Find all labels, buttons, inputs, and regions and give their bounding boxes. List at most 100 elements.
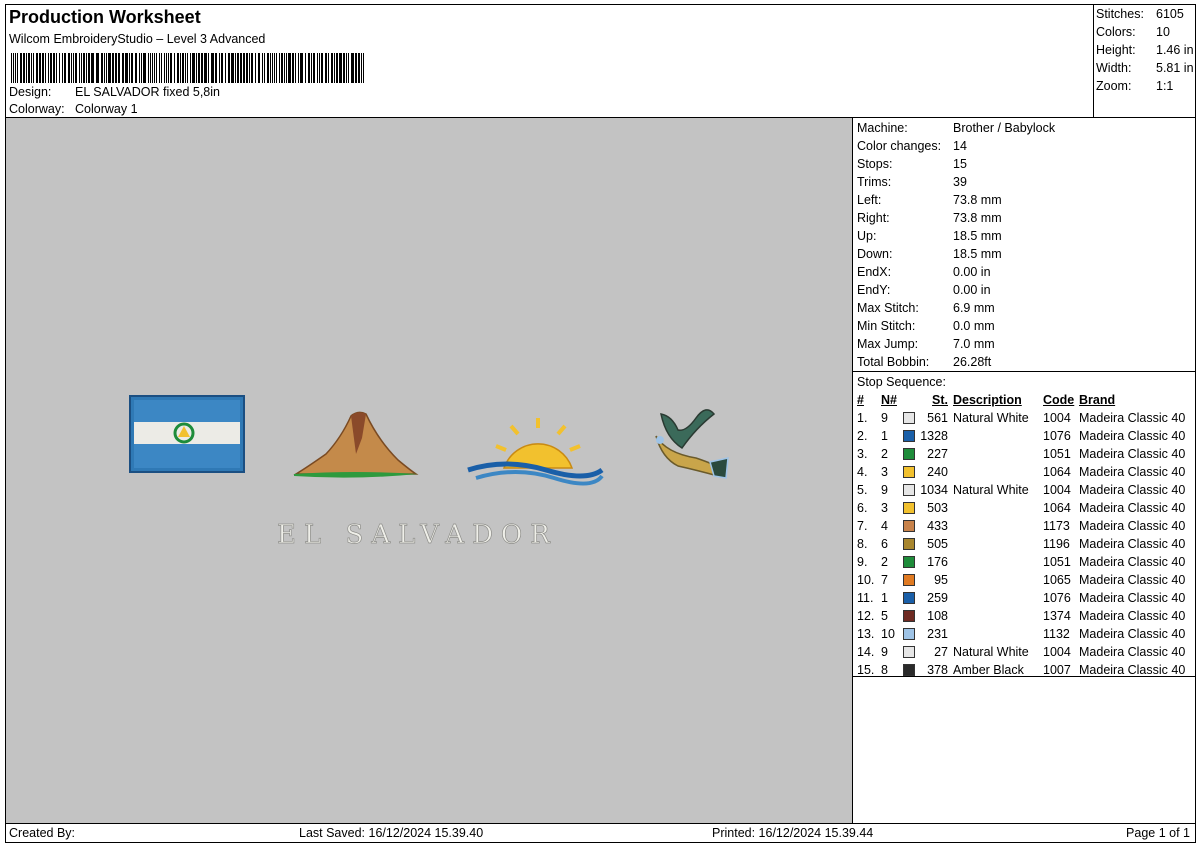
stop-number: 14. bbox=[857, 645, 875, 659]
thread-brand: Madeira Classic 40 bbox=[1079, 555, 1186, 569]
detail-label: Total Bobbin: bbox=[857, 355, 930, 369]
thread-code: 1064 bbox=[1043, 465, 1071, 479]
thread-code: 1051 bbox=[1043, 447, 1071, 461]
thread-brand: Madeira Classic 40 bbox=[1079, 663, 1186, 677]
thread-brand: Madeira Classic 40 bbox=[1079, 519, 1186, 533]
needle-number: 2 bbox=[881, 555, 888, 569]
stitch-count: 259 bbox=[927, 591, 948, 605]
thread-code: 1004 bbox=[1043, 483, 1071, 497]
table-row: 15. 8 378 Amber Black 1007 Madeira Classic 40 bbox=[853, 661, 1195, 679]
summary-row-width: Width: 5.81 in bbox=[1096, 61, 1194, 75]
thread-brand: Madeira Classic 40 bbox=[1079, 645, 1186, 659]
color-swatch bbox=[903, 628, 915, 640]
summary-label: Zoom: bbox=[1096, 79, 1132, 93]
detail-label: Trims: bbox=[857, 175, 892, 189]
color-swatch bbox=[903, 412, 915, 424]
table-row: 5. 9 1034 Natural White 1004 Madeira Classic … bbox=[853, 481, 1195, 499]
needle-number: 3 bbox=[881, 501, 888, 515]
detail-label: Stops: bbox=[857, 157, 893, 171]
color-swatch bbox=[903, 646, 915, 658]
summary-label: Height: bbox=[1096, 43, 1136, 57]
detail-value: 0.0 mm bbox=[953, 319, 995, 333]
design-label: Design: bbox=[9, 85, 52, 99]
design-text: EL SALVADOR bbox=[277, 520, 558, 550]
created-by: Created By: bbox=[9, 826, 76, 840]
detail-row: Max Stitch: 6.9 mm bbox=[857, 299, 995, 317]
detail-label: EndX: bbox=[857, 265, 892, 279]
detail-label: Max Stitch: bbox=[857, 301, 919, 315]
stop-number: 7. bbox=[857, 519, 868, 533]
detail-value: 73.8 mm bbox=[953, 193, 1002, 207]
needle-number: 4 bbox=[881, 519, 888, 533]
table-row: 6. 3 503 1064 Madeira Classic 40 bbox=[853, 499, 1195, 517]
detail-row: Up: 18.5 mm bbox=[857, 227, 1002, 245]
table-row: 7. 4 433 1173 Madeira Classic 40 bbox=[853, 517, 1195, 535]
needle-number: 9 bbox=[881, 483, 888, 497]
summary-value: 5.81 in bbox=[1156, 61, 1194, 75]
summary-row-height: Height: 1.46 in bbox=[1096, 43, 1194, 57]
col-header-code: Code bbox=[1043, 393, 1075, 407]
summary-row-colors: Colors: 10 bbox=[1096, 25, 1170, 39]
stop-sequence-header: # N# St. Description Code Brand bbox=[853, 391, 1195, 409]
thread-code: 1132 bbox=[1043, 627, 1070, 641]
stop-number: 8. bbox=[857, 537, 868, 551]
stop-number: 4. bbox=[857, 465, 868, 479]
stitch-count: 433 bbox=[927, 519, 948, 533]
detail-label: Right: bbox=[857, 211, 890, 225]
thread-description: Natural White bbox=[953, 483, 1029, 497]
thread-brand: Madeira Classic 40 bbox=[1079, 411, 1186, 425]
col-header-description: Description bbox=[953, 393, 1022, 407]
design-preview: EL SALVADOR bbox=[5, 117, 853, 824]
table-row: 9. 2 176 1051 Madeira Classic 40 bbox=[853, 553, 1195, 571]
detail-row: Down: 18.5 mm bbox=[857, 245, 1002, 263]
stitch-count: 227 bbox=[927, 447, 948, 461]
stitch-count: 240 bbox=[927, 465, 948, 479]
needle-number: 10 bbox=[881, 627, 895, 641]
detail-label: Down: bbox=[857, 247, 893, 261]
table-row: 1. 9 561 Natural White 1004 Madeira Classic 4… bbox=[853, 409, 1195, 427]
needle-number: 5 bbox=[881, 609, 888, 623]
detail-row: Stops: 15 bbox=[857, 155, 967, 173]
detail-value: 6.9 mm bbox=[953, 301, 995, 315]
summary-row-stitches: Stitches: 6105 bbox=[1096, 7, 1184, 21]
detail-row: Max Jump: 7.0 mm bbox=[857, 335, 995, 353]
colorway-row: Colorway: Colorway 1 bbox=[9, 102, 138, 116]
summary-value: 1:1 bbox=[1156, 79, 1174, 93]
color-swatch bbox=[903, 610, 915, 622]
page-title: Production Worksheet bbox=[9, 7, 201, 27]
col-header-stitches: St. bbox=[932, 393, 948, 407]
color-swatch bbox=[903, 484, 915, 496]
needle-number: 3 bbox=[881, 465, 888, 479]
stitch-count: 231 bbox=[927, 627, 948, 641]
thread-code: 1004 bbox=[1043, 411, 1071, 425]
stitch-count: 95 bbox=[934, 573, 948, 587]
detail-row: Total Bobbin: 26.28ft bbox=[857, 353, 991, 371]
table-row: 13. 10 231 1132 Madeira Classic 40 bbox=[853, 625, 1195, 643]
worksheet-header: Production Worksheet Wilcom EmbroiderySt… bbox=[5, 4, 1094, 118]
color-swatch bbox=[903, 664, 915, 676]
thread-brand: Madeira Classic 40 bbox=[1079, 573, 1186, 587]
design-name: EL SALVADOR fixed 5,8in bbox=[75, 85, 220, 99]
stitch-count: 505 bbox=[927, 537, 948, 551]
barcode bbox=[11, 53, 364, 83]
needle-number: 1 bbox=[881, 429, 888, 443]
col-header-num: # bbox=[857, 393, 864, 407]
stitch-count: 1328 bbox=[920, 429, 948, 443]
summary-value: 1.46 in bbox=[1156, 43, 1194, 57]
sun-waves-image bbox=[467, 418, 604, 486]
detail-label: Max Jump: bbox=[857, 337, 919, 351]
detail-value: 0.00 in bbox=[953, 283, 991, 297]
col-header-needle: N# bbox=[881, 393, 897, 407]
detail-value: 15 bbox=[953, 157, 967, 171]
summary-label: Colors: bbox=[1096, 25, 1136, 39]
summary-row-zoom: Zoom: 1:1 bbox=[1096, 79, 1173, 93]
summary-value: 6105 bbox=[1156, 7, 1184, 21]
thread-description: Amber Black bbox=[953, 663, 1024, 677]
last-saved: Last Saved: 16/12/2024 15.39.40 bbox=[299, 826, 484, 840]
needle-number: 2 bbox=[881, 447, 888, 461]
stop-number: 3. bbox=[857, 447, 868, 461]
detail-value: 0.00 in bbox=[953, 265, 991, 279]
detail-label: EndY: bbox=[857, 283, 891, 297]
volcano-image bbox=[293, 411, 419, 478]
detail-row: Left: 73.8 mm bbox=[857, 191, 1002, 209]
